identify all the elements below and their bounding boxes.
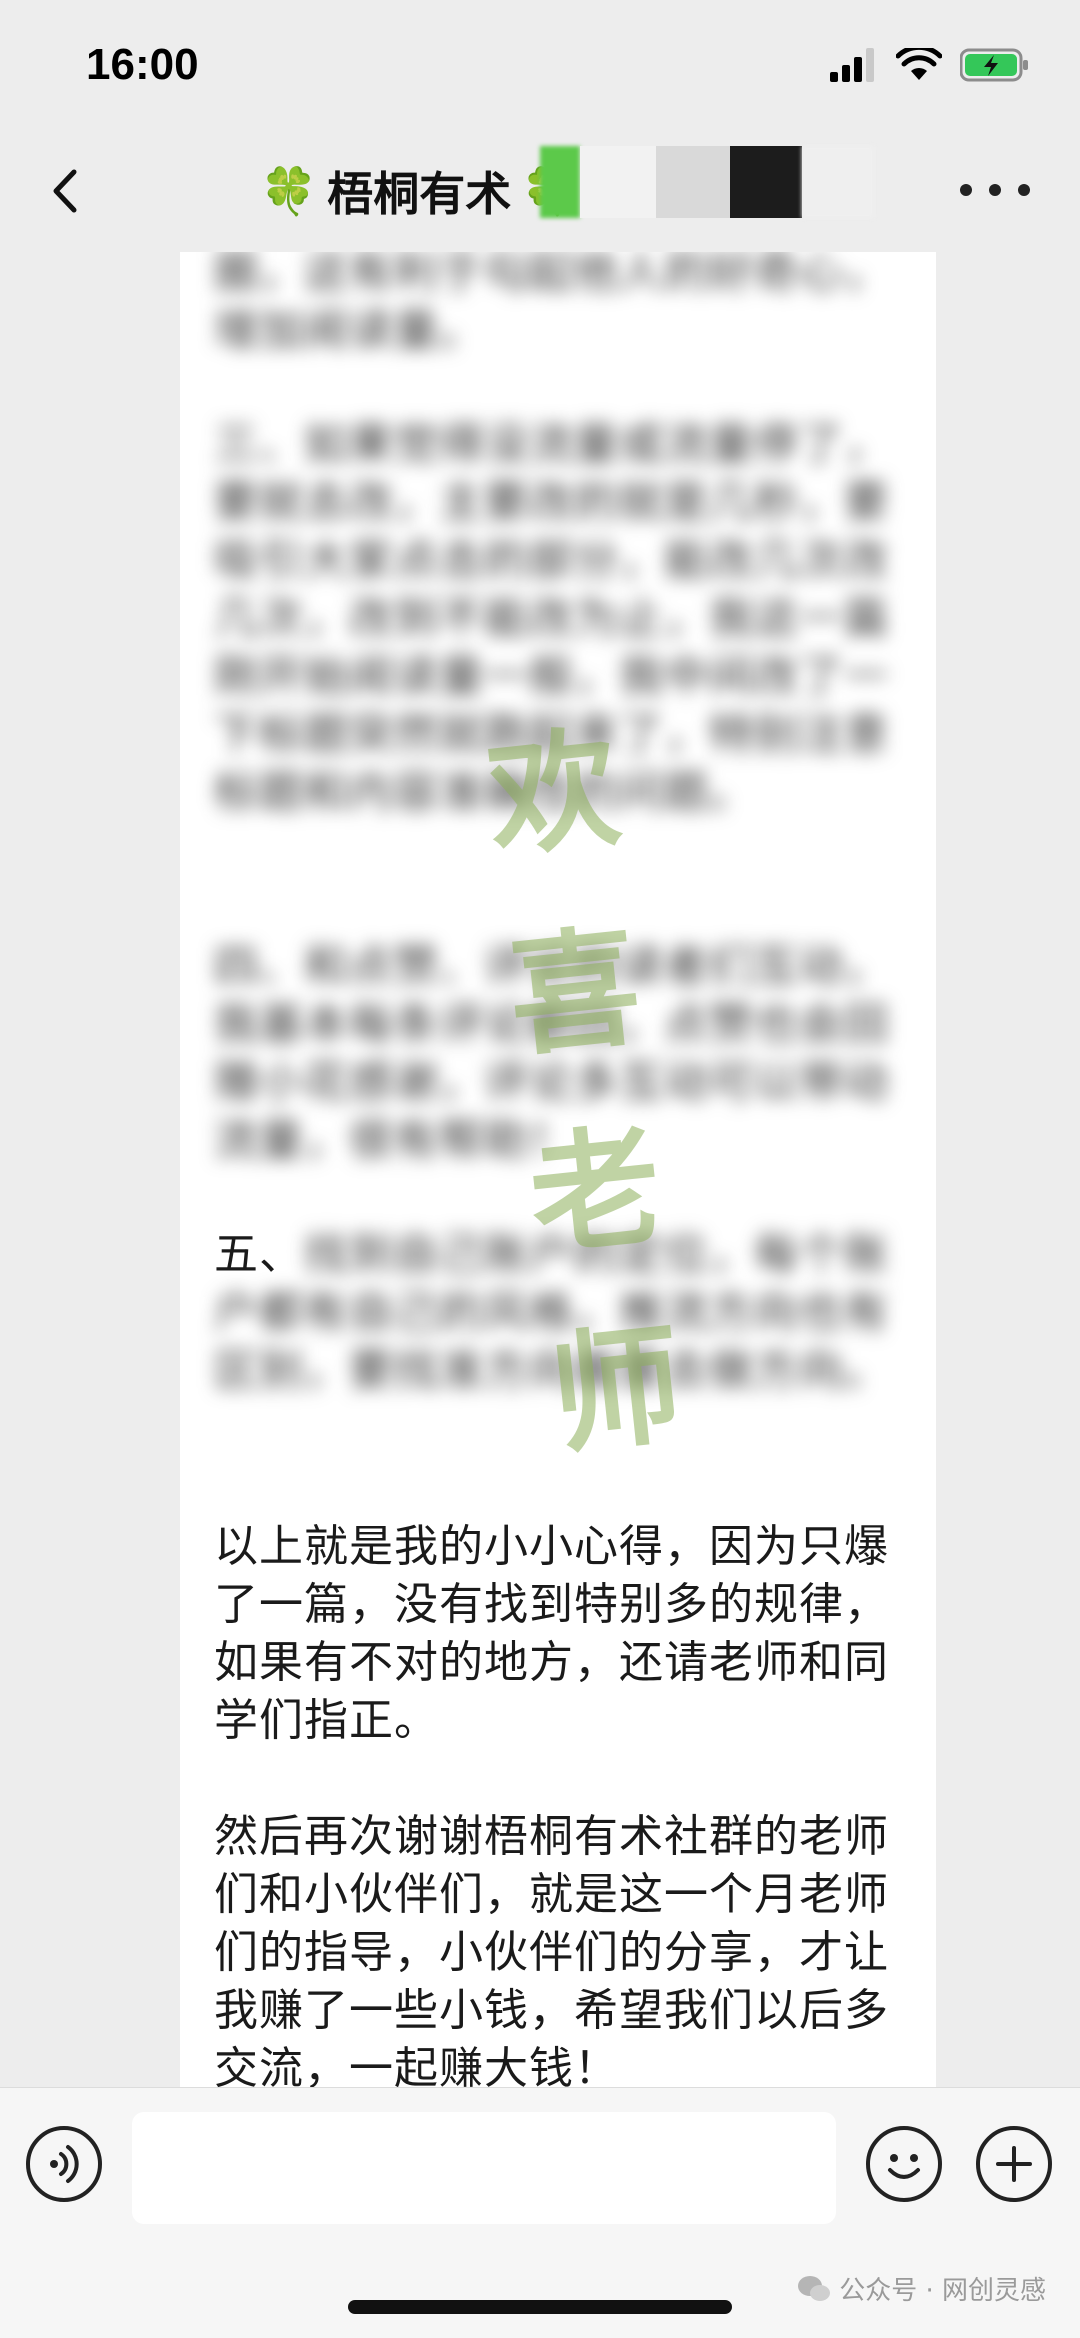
status-icons — [830, 48, 1030, 82]
status-bar: 16:00 — [0, 0, 1080, 130]
chat-area[interactable]: 圈，这有利于勾起他人的好奇心，增加阅读量。 三、如果觉得没流量或流量停了，要就去… — [0, 252, 1080, 2087]
watermark-char: 欢 — [480, 710, 627, 877]
chat-title-text: 梧桐有术 — [327, 168, 512, 220]
smiley-icon — [888, 2154, 920, 2179]
wechat-logo-icon — [798, 2275, 831, 2301]
thanks-paragraph: 然后再次谢谢梧桐有术社群的老师们和小伙伴们，就是这一个月老师们的指导，小伙伴们的… — [214, 1811, 889, 2087]
dot-icon — [1018, 184, 1030, 196]
voice-icon — [50, 2145, 79, 2183]
watermark-char: 喜 — [501, 909, 648, 1075]
wifi-icon — [896, 48, 942, 80]
chevron-left-icon — [53, 169, 77, 213]
summary-paragraph: 以上就是我的小小心得，因为只爆了一篇，没有找到特别多的规律，如果有不对的地方，还… — [214, 1521, 889, 1746]
watermark-char: 师 — [543, 1306, 689, 1473]
voice-input-button[interactable] — [26, 2126, 102, 2202]
message-input[interactable] — [132, 2112, 836, 2224]
cellular-signal-icon — [830, 48, 874, 82]
wechat-official-watermark: 公众号 · 网创灵感 — [797, 2270, 1046, 2307]
dot-icon — [960, 184, 972, 196]
battery-charging-icon — [960, 48, 1028, 82]
watermark-char: 老 — [522, 1108, 669, 1274]
redaction-block — [730, 146, 802, 218]
redaction-block — [802, 146, 874, 218]
more-options-button[interactable] — [960, 160, 1030, 220]
status-time: 16:00 — [86, 40, 199, 89]
clover-icon: 🍀 — [260, 163, 318, 218]
paragraph-five-label: 五、 — [214, 1229, 304, 1280]
blurred-paragraph: 圈，这有利于勾起他人的好奇心，增加阅读量。 — [214, 252, 889, 356]
redaction-block — [580, 146, 656, 218]
redaction-block — [540, 146, 580, 218]
dot-icon — [989, 184, 1001, 196]
chat-title: 🍀 梧桐有术 🍀 — [260, 158, 579, 224]
home-indicator — [348, 2300, 732, 2314]
emoji-button[interactable] — [866, 2126, 942, 2202]
watermark-label: 公众号 · 网创灵感 — [839, 2276, 1046, 2306]
redaction-block — [656, 146, 730, 218]
plus-icon — [996, 2146, 1032, 2182]
more-functions-button[interactable] — [976, 2126, 1052, 2202]
back-button[interactable] — [40, 158, 96, 224]
